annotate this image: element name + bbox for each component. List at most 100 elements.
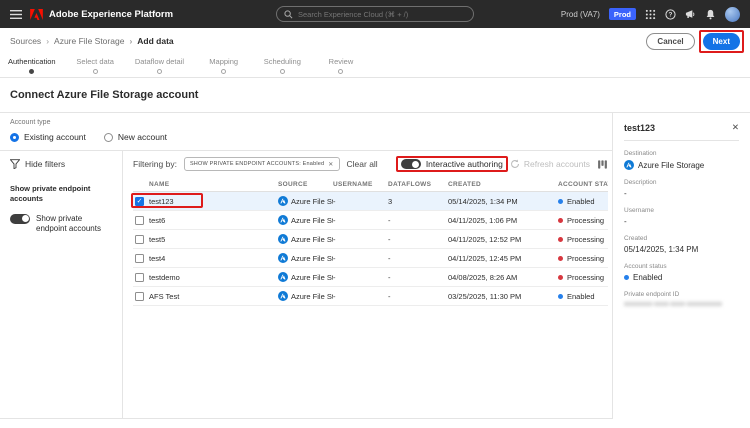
refresh-accounts-label: Refresh accounts (524, 159, 590, 169)
step-review: Review (322, 57, 360, 74)
account-table-body: ✓test123Azure File St-305/14/2025, 1:34 … (133, 192, 608, 306)
account-name[interactable]: test6 (149, 216, 278, 225)
account-name[interactable]: test123 (149, 197, 278, 206)
header-dataflows[interactable]: DATAFLOWS (388, 181, 448, 188)
row-checkbox[interactable] (135, 254, 144, 263)
header-name[interactable]: NAME (149, 181, 278, 188)
detail-field-description: Description- (624, 179, 739, 198)
account-dataflows: 3 (388, 197, 448, 206)
source-label: Azure File St (291, 254, 333, 263)
table-row-testdemo[interactable]: testdemoAzure File St--04/08/2025, 8:26 … (133, 268, 608, 287)
row-checkbox[interactable] (135, 273, 144, 282)
main-content: Account type Existing account New accoun… (0, 113, 750, 419)
chip-close-icon[interactable]: ✕ (328, 161, 333, 168)
sandbox-label[interactable]: Prod (VA7) (561, 10, 600, 19)
account-created: 03/25/2025, 11:30 PM (448, 292, 558, 301)
hide-filters-button[interactable]: Hide filters (10, 159, 112, 169)
help-icon[interactable]: ? (665, 9, 676, 20)
field-label: Destination (624, 150, 739, 157)
clear-all-button[interactable]: Clear all (347, 159, 378, 169)
column-settings-icon[interactable] (597, 159, 608, 170)
account-dataflows: - (388, 235, 448, 244)
global-search-input[interactable] (298, 10, 466, 19)
account-username: - (333, 292, 388, 301)
table-row-test123[interactable]: ✓test123Azure File St-305/14/2025, 1:34 … (133, 192, 608, 211)
table-row-test4[interactable]: test4Azure File St--04/11/2025, 12:45 PM… (133, 249, 608, 268)
field-label: Account status (624, 263, 739, 270)
account-type-section: Account type Existing account New accoun… (0, 113, 612, 151)
row-checkbox[interactable] (135, 292, 144, 301)
breadcrumb-azure-file-storage[interactable]: Azure File Storage (41, 36, 124, 46)
account-name[interactable]: testdemo (149, 273, 278, 282)
refresh-accounts-button[interactable]: Refresh accounts (510, 159, 590, 169)
account-created: 05/14/2025, 1:34 PM (448, 197, 558, 206)
account-source: Azure File St (278, 253, 333, 263)
account-created: 04/08/2025, 8:26 AM (448, 273, 558, 282)
status-label: Processing (567, 216, 604, 225)
row-checkbox[interactable]: ✓ (135, 197, 144, 206)
step-label: Scheduling (264, 57, 301, 66)
private-endpoint-toggle[interactable] (10, 214, 30, 224)
filters-sidebar: Hide filters Show private endpoint accou… (0, 151, 123, 418)
radio-existing-account[interactable]: Existing account (10, 132, 86, 142)
accounts-table-area: Filtering by: SHOW PRIVATE ENDPOINT ACCO… (123, 151, 612, 418)
announcements-icon[interactable] (685, 9, 696, 20)
header-source[interactable]: SOURCE (278, 181, 333, 188)
header-account-status[interactable]: ACCOUNT STATUS (558, 181, 608, 188)
account-name[interactable]: AFS Test (149, 292, 278, 301)
filtering-by-label: Filtering by: (133, 159, 177, 169)
radio-new-account[interactable]: New account (104, 132, 167, 142)
account-name[interactable]: test5 (149, 235, 278, 244)
table-toolbar: Filtering by: SHOW PRIVATE ENDPOINT ACCO… (133, 151, 608, 177)
next-button[interactable]: Next (703, 33, 740, 50)
header-created[interactable]: CREATED (448, 181, 558, 188)
interactive-authoring-toggle[interactable] (401, 159, 421, 169)
row-checkbox[interactable] (135, 235, 144, 244)
step-mapping: Mapping (205, 57, 243, 74)
field-label: Description (624, 179, 739, 186)
field-label: Private endpoint ID (624, 291, 739, 298)
user-avatar[interactable] (725, 7, 740, 22)
status-dot-icon (558, 294, 563, 299)
menu-icon[interactable] (10, 9, 22, 20)
step-scheduling: Scheduling (263, 57, 301, 74)
account-type-label: Account type (10, 119, 602, 126)
status-dot-icon (558, 256, 563, 261)
page-title: Connect Azure File Storage account (10, 89, 198, 101)
row-checkbox[interactable] (135, 216, 144, 225)
filter-chip[interactable]: SHOW PRIVATE ENDPOINT ACCOUNTS: Enabled … (184, 157, 340, 171)
header-username[interactable]: USERNAME (333, 181, 388, 188)
source-label: Azure File St (291, 216, 333, 225)
step-list: AuthenticationSelect dataDataflow detail… (8, 57, 360, 74)
interactive-authoring-label: Interactive authoring (426, 159, 503, 169)
source-label: Azure File St (291, 292, 333, 301)
status-dot-icon (558, 275, 563, 280)
step-select-data: Select data (76, 57, 114, 74)
step-dot-icon (280, 69, 285, 74)
account-name[interactable]: test4 (149, 254, 278, 263)
account-source: Azure File St (278, 215, 333, 225)
account-status: Processing (558, 273, 608, 282)
breadcrumb-sources[interactable]: Sources (10, 36, 41, 46)
field-label: Created (624, 235, 739, 242)
account-source: Azure File St (278, 196, 333, 206)
step-label: Review (329, 57, 354, 66)
field-value: Enabled (624, 273, 739, 282)
detail-panel: test123 ✕ DestinationAzure File StorageD… (612, 113, 750, 419)
apps-grid-icon[interactable] (645, 9, 656, 20)
table-row-test5[interactable]: test5Azure File St--04/11/2025, 12:52 PM… (133, 230, 608, 249)
global-search[interactable] (276, 6, 474, 22)
account-dataflows: - (388, 292, 448, 301)
table-row-test6[interactable]: test6Azure File St--04/11/2025, 1:06 PMP… (133, 211, 608, 230)
account-created: 04/11/2025, 1:06 PM (448, 216, 558, 225)
env-badge: Prod (609, 8, 636, 20)
table-row-afs-test[interactable]: AFS TestAzure File St--03/25/2025, 11:30… (133, 287, 608, 306)
svg-text:?: ? (669, 11, 673, 18)
cancel-button[interactable]: Cancel (646, 33, 694, 50)
private-endpoint-toggle-label: Show private endpoint accounts (36, 214, 112, 236)
notifications-bell-icon[interactable] (705, 9, 716, 20)
brand: Adobe Experience Platform (30, 9, 173, 20)
close-icon[interactable]: ✕ (732, 122, 739, 133)
step-label: Authentication (8, 57, 56, 66)
status-dot-icon (558, 237, 563, 242)
